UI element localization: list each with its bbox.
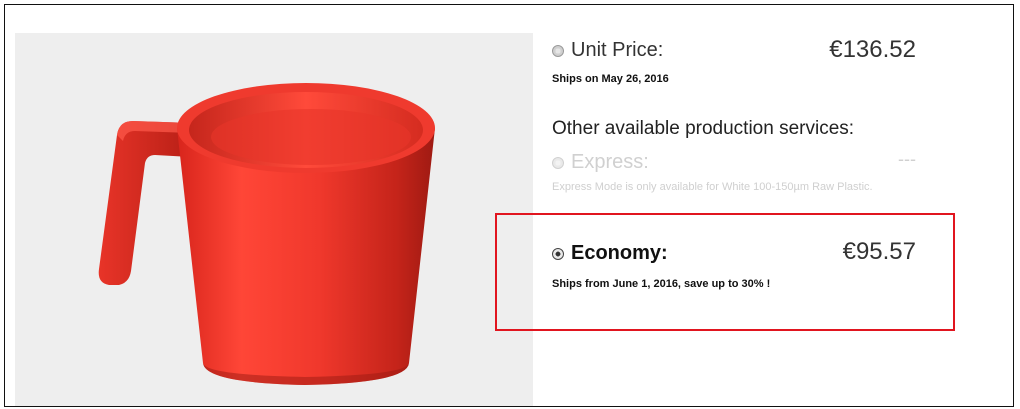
product-panel: Unit Price: €136.52 Ships on May 26, 201…	[4, 4, 1014, 407]
economy-highlight-box	[495, 213, 955, 331]
express-note: Express Mode is only available for White…	[552, 181, 873, 193]
unit-ship-note: Ships on May 26, 2016	[552, 73, 669, 85]
red-mug-image	[98, 83, 435, 385]
express-radio	[552, 156, 564, 169]
unit-price-radio[interactable]	[552, 44, 564, 57]
unit-price-label: Unit Price:	[571, 39, 664, 61]
product-3d-preview[interactable]	[15, 33, 533, 406]
unit-price-value: €136.52	[829, 36, 916, 63]
express-option: Express:	[552, 151, 649, 174]
other-services-title: Other available production services:	[552, 118, 855, 139]
express-label: Express:	[571, 151, 649, 173]
unit-price-option[interactable]: Unit Price:	[552, 39, 663, 62]
express-price: ---	[898, 149, 916, 169]
